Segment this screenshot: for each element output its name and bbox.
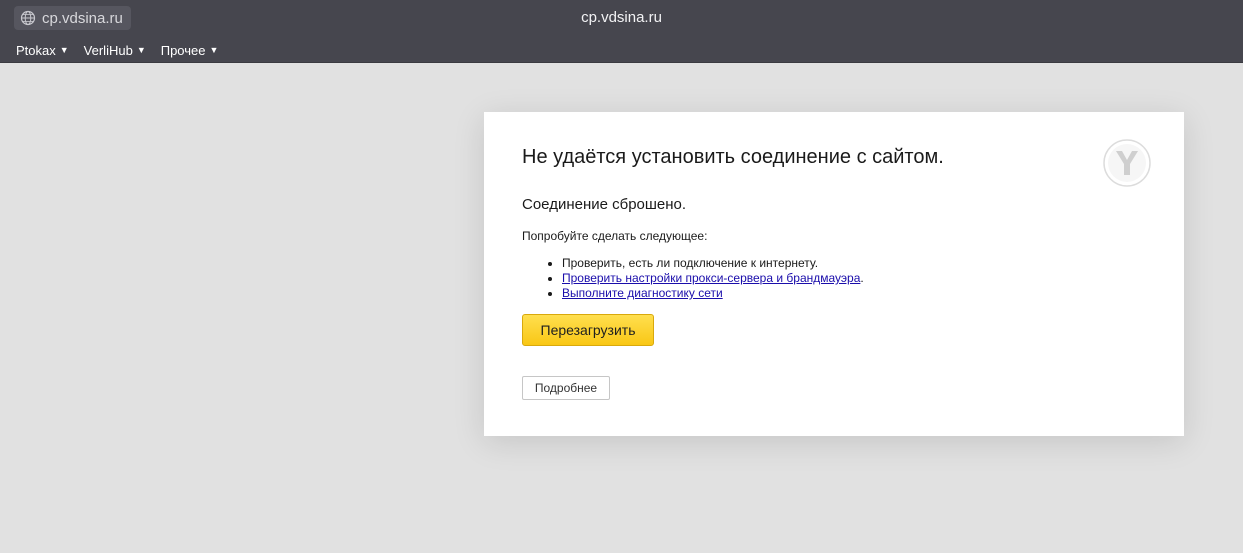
- bookmark-folder-verlihub[interactable]: VerliHub ▼: [84, 43, 146, 58]
- list-item: Проверить, есть ли подключение к интерне…: [562, 256, 864, 271]
- yandex-browser-logo-icon: [1103, 139, 1151, 187]
- caret-down-icon: ▼: [136, 45, 146, 55]
- error-subtitle: Соединение сброшено.: [522, 196, 687, 213]
- bookmark-folder-ptokax[interactable]: Ptokax ▼: [16, 43, 69, 58]
- reload-button[interactable]: Перезагрузить: [522, 314, 654, 346]
- list-item: Проверить настройки прокси-сервера и бра…: [562, 271, 864, 286]
- bookmark-folder-other[interactable]: Прочее ▼: [161, 43, 219, 58]
- error-card: Не удаётся установить соединение с сайто…: [484, 112, 1184, 436]
- bookmarks-bar: Ptokax ▼ VerliHub ▼ Прочее ▼: [0, 38, 1243, 63]
- bookmark-label: Прочее: [160, 42, 206, 58]
- details-button[interactable]: Подробнее: [522, 376, 610, 400]
- try-heading: Попробуйте сделать следующее:: [522, 229, 708, 243]
- suggestion-suffix: .: [860, 271, 864, 285]
- bookmark-label: Ptokax: [16, 42, 56, 58]
- bookmark-label: VerliHub: [83, 42, 133, 58]
- network-diagnostics-link[interactable]: Выполните диагностику сети: [562, 286, 723, 300]
- error-title: Не удаётся установить соединение с сайто…: [522, 146, 944, 168]
- caret-down-icon: ▼: [209, 45, 219, 55]
- window-title: cp.vdsina.ru: [581, 9, 662, 26]
- caret-down-icon: ▼: [59, 45, 69, 55]
- suggestions-list: Проверить, есть ли подключение к интерне…: [544, 256, 864, 301]
- browser-toolbar: cp.vdsina.ru cp.vdsina.ru: [0, 0, 1243, 38]
- proxy-settings-link[interactable]: Проверить настройки прокси-сервера и бра…: [562, 271, 860, 285]
- list-item: Выполните диагностику сети: [562, 286, 864, 301]
- suggestion-text: Проверить, есть ли подключение к интерне…: [562, 256, 819, 270]
